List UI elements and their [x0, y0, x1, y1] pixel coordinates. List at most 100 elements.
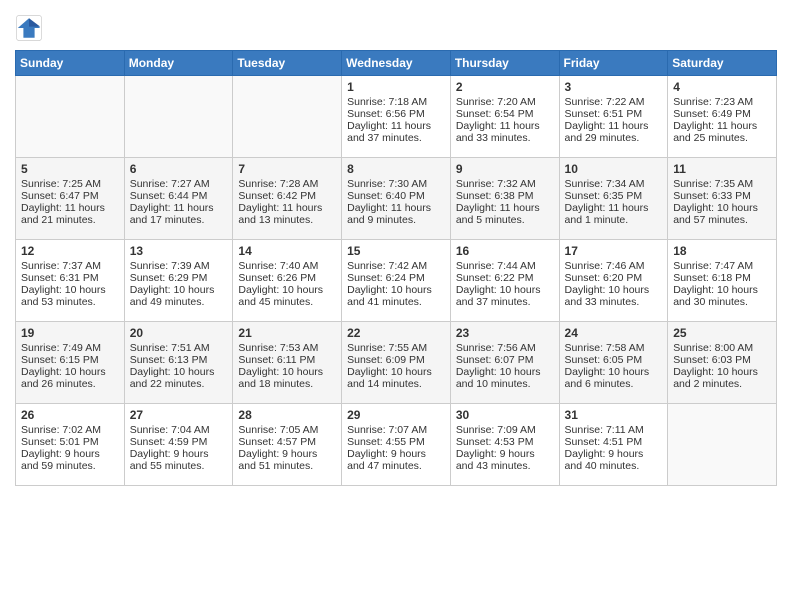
day-info: Sunrise: 7:04 AM [130, 424, 228, 436]
day-number: 31 [565, 408, 663, 422]
day-number: 4 [673, 80, 771, 94]
day-info: and 37 minutes. [347, 132, 445, 144]
day-info: Daylight: 10 hours [456, 366, 554, 378]
day-info: Daylight: 9 hours [130, 448, 228, 460]
calendar-cell [668, 404, 777, 486]
day-info: Sunset: 6:51 PM [565, 108, 663, 120]
day-info: and 49 minutes. [130, 296, 228, 308]
day-info: and 17 minutes. [130, 214, 228, 226]
day-info: and 18 minutes. [238, 378, 336, 390]
day-number: 30 [456, 408, 554, 422]
day-info: Daylight: 10 hours [21, 366, 119, 378]
calendar-cell: 30Sunrise: 7:09 AMSunset: 4:53 PMDayligh… [450, 404, 559, 486]
day-info: and 53 minutes. [21, 296, 119, 308]
calendar-cell: 7Sunrise: 7:28 AMSunset: 6:42 PMDaylight… [233, 158, 342, 240]
calendar-table: SundayMondayTuesdayWednesdayThursdayFrid… [15, 50, 777, 486]
day-info: and 47 minutes. [347, 460, 445, 472]
day-info: Sunrise: 7:42 AM [347, 260, 445, 272]
day-info: Sunset: 6:18 PM [673, 272, 771, 284]
day-info: and 40 minutes. [565, 460, 663, 472]
day-info: Sunset: 6:38 PM [456, 190, 554, 202]
day-number: 29 [347, 408, 445, 422]
day-info: Sunrise: 7:27 AM [130, 178, 228, 190]
day-info: Sunrise: 7:25 AM [21, 178, 119, 190]
day-number: 3 [565, 80, 663, 94]
day-info: Daylight: 10 hours [565, 366, 663, 378]
day-number: 22 [347, 326, 445, 340]
day-info: Sunrise: 7:23 AM [673, 96, 771, 108]
day-info: Sunrise: 7:35 AM [673, 178, 771, 190]
calendar-header-row: SundayMondayTuesdayWednesdayThursdayFrid… [16, 51, 777, 76]
day-info: Sunrise: 7:40 AM [238, 260, 336, 272]
day-info: Daylight: 9 hours [21, 448, 119, 460]
day-info: Sunrise: 7:09 AM [456, 424, 554, 436]
day-number: 11 [673, 162, 771, 176]
calendar-cell: 24Sunrise: 7:58 AMSunset: 6:05 PMDayligh… [559, 322, 668, 404]
calendar-week-row: 12Sunrise: 7:37 AMSunset: 6:31 PMDayligh… [16, 240, 777, 322]
day-info: Sunset: 6:22 PM [456, 272, 554, 284]
day-number: 9 [456, 162, 554, 176]
day-number: 18 [673, 244, 771, 258]
calendar-cell: 8Sunrise: 7:30 AMSunset: 6:40 PMDaylight… [342, 158, 451, 240]
calendar-cell: 27 Sunrise: 7:04 AMSunset: 4:59 PMDayligh… [124, 404, 233, 486]
day-info: Daylight: 10 hours [21, 284, 119, 296]
day-number: 24 [565, 326, 663, 340]
day-info: Sunset: 5:01 PM [21, 436, 119, 448]
day-info: Sunset: 6:13 PM [130, 354, 228, 366]
day-info: Sunrise: 7:28 AM [238, 178, 336, 190]
day-info: Sunset: 6:07 PM [456, 354, 554, 366]
day-number: 25 [673, 326, 771, 340]
day-info: Daylight: 10 hours [673, 366, 771, 378]
day-info: and 1 minute. [565, 214, 663, 226]
day-info: Daylight: 10 hours [238, 366, 336, 378]
calendar-header-friday: Friday [559, 51, 668, 76]
day-info: and 45 minutes. [238, 296, 336, 308]
calendar-cell: 11Sunrise: 7:35 AMSunset: 6:33 PMDayligh… [668, 158, 777, 240]
day-info: Sunset: 6:09 PM [347, 354, 445, 366]
day-info: Sunset: 6:24 PM [347, 272, 445, 284]
day-info: Sunset: 4:57 PM [238, 436, 336, 448]
day-info: Sunset: 6:29 PM [130, 272, 228, 284]
day-info: Sunrise: 7:56 AM [456, 342, 554, 354]
day-info: Sunset: 6:40 PM [347, 190, 445, 202]
calendar-cell: 14Sunrise: 7:40 AMSunset: 6:26 PMDayligh… [233, 240, 342, 322]
day-info: and 6 minutes. [565, 378, 663, 390]
day-info: Sunset: 6:20 PM [565, 272, 663, 284]
day-info: Sunrise: 7:20 AM [456, 96, 554, 108]
day-info: Sunset: 4:53 PM [456, 436, 554, 448]
day-number: 14 [238, 244, 336, 258]
day-number: 28 [238, 408, 336, 422]
calendar-week-row: 19Sunrise: 7:49 AMSunset: 6:15 PMDayligh… [16, 322, 777, 404]
day-info: and 29 minutes. [565, 132, 663, 144]
day-info: Sunset: 6:26 PM [238, 272, 336, 284]
day-info: Sunset: 4:59 PM [130, 436, 228, 448]
day-info: and 55 minutes. [130, 460, 228, 472]
calendar-header-thursday: Thursday [450, 51, 559, 76]
day-info: and 37 minutes. [456, 296, 554, 308]
calendar-header-sunday: Sunday [16, 51, 125, 76]
day-info: and 14 minutes. [347, 378, 445, 390]
day-number: 17 [565, 244, 663, 258]
day-info: Sunset: 6:11 PM [238, 354, 336, 366]
day-info: Sunset: 6:49 PM [673, 108, 771, 120]
day-number: 27 [130, 408, 228, 422]
day-info: Sunset: 6:42 PM [238, 190, 336, 202]
calendar-cell: 2Sunrise: 7:20 AMSunset: 6:54 PMDaylight… [450, 76, 559, 158]
day-info: and 9 minutes. [347, 214, 445, 226]
day-info: Sunrise: 7:02 AM [21, 424, 119, 436]
day-info: Daylight: 9 hours [238, 448, 336, 460]
day-info: Sunrise: 7:37 AM [21, 260, 119, 272]
day-number: 7 [238, 162, 336, 176]
calendar-cell [16, 76, 125, 158]
day-info: Daylight: 11 hours [130, 202, 228, 214]
day-info: Daylight: 10 hours [347, 366, 445, 378]
day-info: Daylight: 10 hours [673, 202, 771, 214]
logo [15, 14, 45, 42]
day-info: and 10 minutes. [456, 378, 554, 390]
day-info: Sunrise: 7:32 AM [456, 178, 554, 190]
day-info: Sunset: 6:54 PM [456, 108, 554, 120]
day-info: Sunrise: 7:18 AM [347, 96, 445, 108]
day-number: 19 [21, 326, 119, 340]
calendar-header-wednesday: Wednesday [342, 51, 451, 76]
day-info: Daylight: 11 hours [673, 120, 771, 132]
